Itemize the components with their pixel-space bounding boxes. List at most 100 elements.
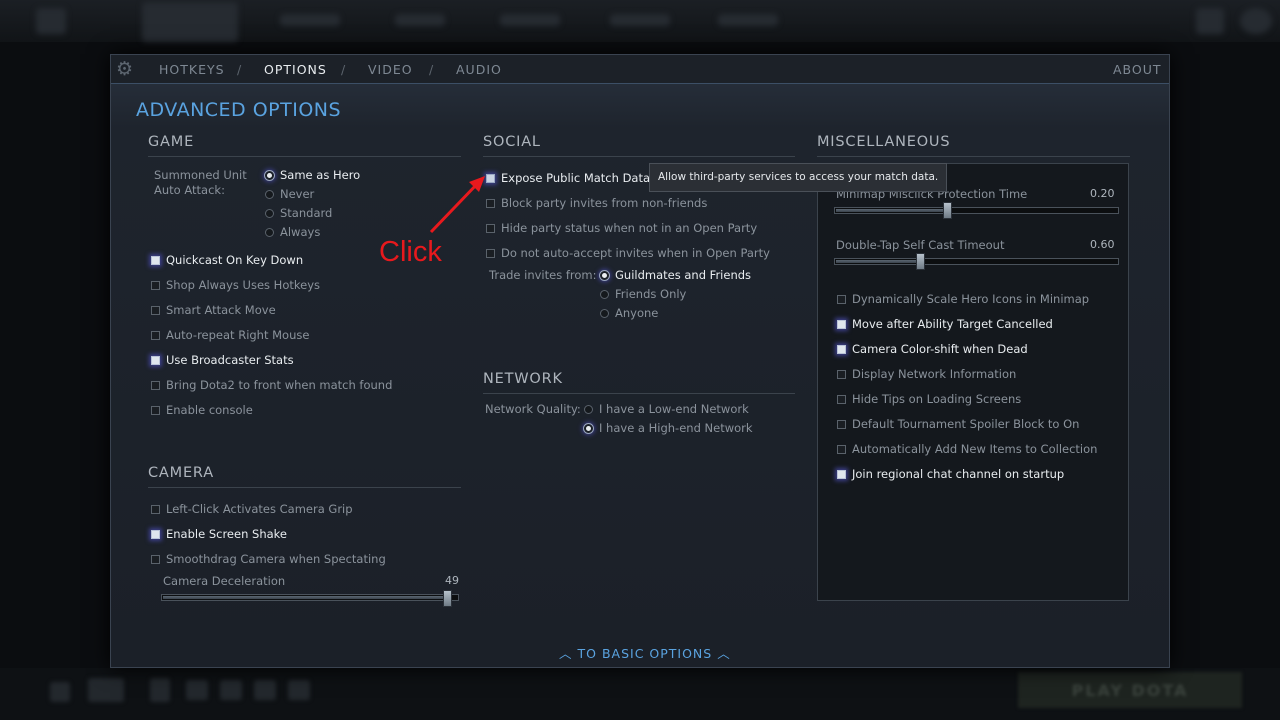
tab-options[interactable]: OPTIONS [264,62,327,77]
slider-handle[interactable] [443,590,452,607]
checkbox-block-party-invites[interactable]: Block party invites from non-friends [486,196,707,210]
game-section-title: GAME [148,134,195,150]
checkbox[interactable] [837,344,846,354]
checkbox-hide-party-status[interactable]: Hide party status when not in an Open Pa… [486,221,757,235]
checkbox-label: Left-Click Activates Camera Grip [166,502,353,516]
checkbox-label: Bring Dota2 to front when match found [166,378,393,392]
slider-handle[interactable] [916,253,925,270]
minimap-misclick-slider[interactable] [834,207,1119,214]
checkbox-bring-to-front[interactable]: Bring Dota2 to front when match found [151,378,392,392]
checkbox-color-shift-dead[interactable]: Camera Color-shift when Dead [837,342,1028,356]
radio-friends-only[interactable]: Friends Only [600,287,686,301]
checkbox-smoothdrag[interactable]: Smoothdrag Camera when Spectating [151,552,386,566]
checkbox[interactable] [837,369,846,379]
checkbox[interactable] [837,444,846,454]
radio-never[interactable]: Never [265,187,314,201]
checkbox[interactable] [837,294,846,304]
radio-standard[interactable]: Standard [265,206,332,220]
radio-anyone[interactable]: Anyone [600,306,658,320]
checkbox-broadcaster-stats[interactable]: Use Broadcaster Stats [151,353,294,367]
checkbox[interactable] [151,529,160,539]
checkbox[interactable] [837,394,846,404]
checkbox-hide-tips[interactable]: Hide Tips on Loading Screens [837,392,1021,406]
checkbox-auto-add-items[interactable]: Automatically Add New Items to Collectio… [837,442,1097,456]
checkbox[interactable] [486,248,495,258]
checkbox-screen-shake[interactable]: Enable Screen Shake [151,527,287,541]
checkbox[interactable] [151,330,160,340]
radio-indicator[interactable] [265,227,274,237]
blurred-nav-icon [1196,8,1224,34]
tab-about[interactable]: ABOUT [1113,62,1162,77]
checkbox-expose-match-data[interactable]: Expose Public Match Data [486,171,650,185]
checkbox-label: Expose Public Match Data [501,171,651,185]
checkbox[interactable] [151,504,160,514]
radio-label: Same as Hero [280,168,361,182]
radio-label: Guildmates and Friends [615,268,752,282]
checkbox[interactable] [837,419,846,429]
radio-indicator[interactable] [584,423,593,433]
tab-video[interactable]: VIDEO [368,62,413,77]
play-dota-button[interactable]: PLAY DOTA [1018,672,1242,708]
checkbox-smart-attack[interactable]: Smart Attack Move [151,303,276,317]
tab-audio[interactable]: AUDIO [456,62,502,77]
checkbox-spoiler-block[interactable]: Default Tournament Spoiler Block to On [837,417,1079,431]
checkbox[interactable] [151,355,160,365]
checkbox-shop-hotkeys[interactable]: Shop Always Uses Hotkeys [151,278,320,292]
radio-high-end-network[interactable]: I have a High-end Network [584,421,753,435]
radio-same-as-hero[interactable]: Same as Hero [265,168,360,182]
radio-indicator[interactable] [600,270,609,280]
radio-always[interactable]: Always [265,225,320,239]
blurred-nav-item [718,14,778,26]
blurred-icon [88,678,124,702]
blurred-icon [254,680,276,700]
radio-indicator[interactable] [584,404,593,414]
checkbox-network-info[interactable]: Display Network Information [837,367,1016,381]
radio-indicator[interactable] [265,170,274,180]
checkbox-label: Smoothdrag Camera when Spectating [166,552,386,566]
checkbox[interactable] [151,305,160,315]
checkbox-auto-repeat[interactable]: Auto-repeat Right Mouse [151,328,309,342]
radio-indicator[interactable] [600,308,609,318]
camera-deceleration-slider[interactable] [161,594,459,601]
checkbox-quickcast[interactable]: Quickcast On Key Down [151,253,303,267]
checkbox[interactable] [151,280,160,290]
checkbox[interactable] [837,469,846,479]
blurred-icon [186,680,208,700]
checkbox[interactable] [837,319,846,329]
tab-separator: / [237,62,242,77]
double-tap-slider[interactable] [834,258,1119,265]
checkbox[interactable] [151,554,160,564]
settings-panel: ⚙ HOTKEYS / OPTIONS / VIDEO / AUDIO ABOU… [110,54,1170,668]
checkbox-label: Hide Tips on Loading Screens [852,392,1022,406]
radio-label: I have a High-end Network [599,421,753,435]
checkbox-label: Enable Screen Shake [166,527,287,541]
checkbox-no-auto-accept[interactable]: Do not auto-accept invites when in Open … [486,246,770,260]
camera-section-title: CAMERA [148,465,214,481]
auto-attack-label: Auto Attack: [154,183,225,197]
checkbox-label: Shop Always Uses Hotkeys [166,278,320,292]
tab-hotkeys[interactable]: HOTKEYS [159,62,225,77]
checkbox-label: Move after Ability Target Cancelled [852,317,1053,331]
radio-low-end-network[interactable]: I have a Low-end Network [584,402,749,416]
checkbox[interactable] [151,405,160,415]
double-tap-value: 0.60 [1090,238,1115,251]
slider-handle[interactable] [943,202,952,219]
to-basic-options-link[interactable]: ︿ TO BASIC OPTIONS ︿ [559,643,731,662]
checkbox-label: Auto-repeat Right Mouse [166,328,310,342]
radio-indicator[interactable] [600,289,609,299]
checkbox-move-after-cancel[interactable]: Move after Ability Target Cancelled [837,317,1053,331]
radio-indicator[interactable] [265,189,274,199]
gear-icon[interactable]: ⚙ [116,59,136,79]
blurred-avatar [1240,8,1272,34]
radio-guildmates-friends[interactable]: Guildmates and Friends [600,268,751,282]
radio-indicator[interactable] [265,208,274,218]
checkbox-regional-chat[interactable]: Join regional chat channel on startup [837,467,1064,481]
page-title: ADVANCED OPTIONS [136,99,342,121]
checkbox-enable-console[interactable]: Enable console [151,403,253,417]
checkbox[interactable] [151,380,160,390]
checkbox-scale-hero-icons[interactable]: Dynamically Scale Hero Icons in Minimap [837,292,1089,306]
divider [817,156,1130,157]
checkbox[interactable] [151,255,160,265]
radio-label: I have a Low-end Network [599,402,749,416]
checkbox-camera-grip[interactable]: Left-Click Activates Camera Grip [151,502,353,516]
